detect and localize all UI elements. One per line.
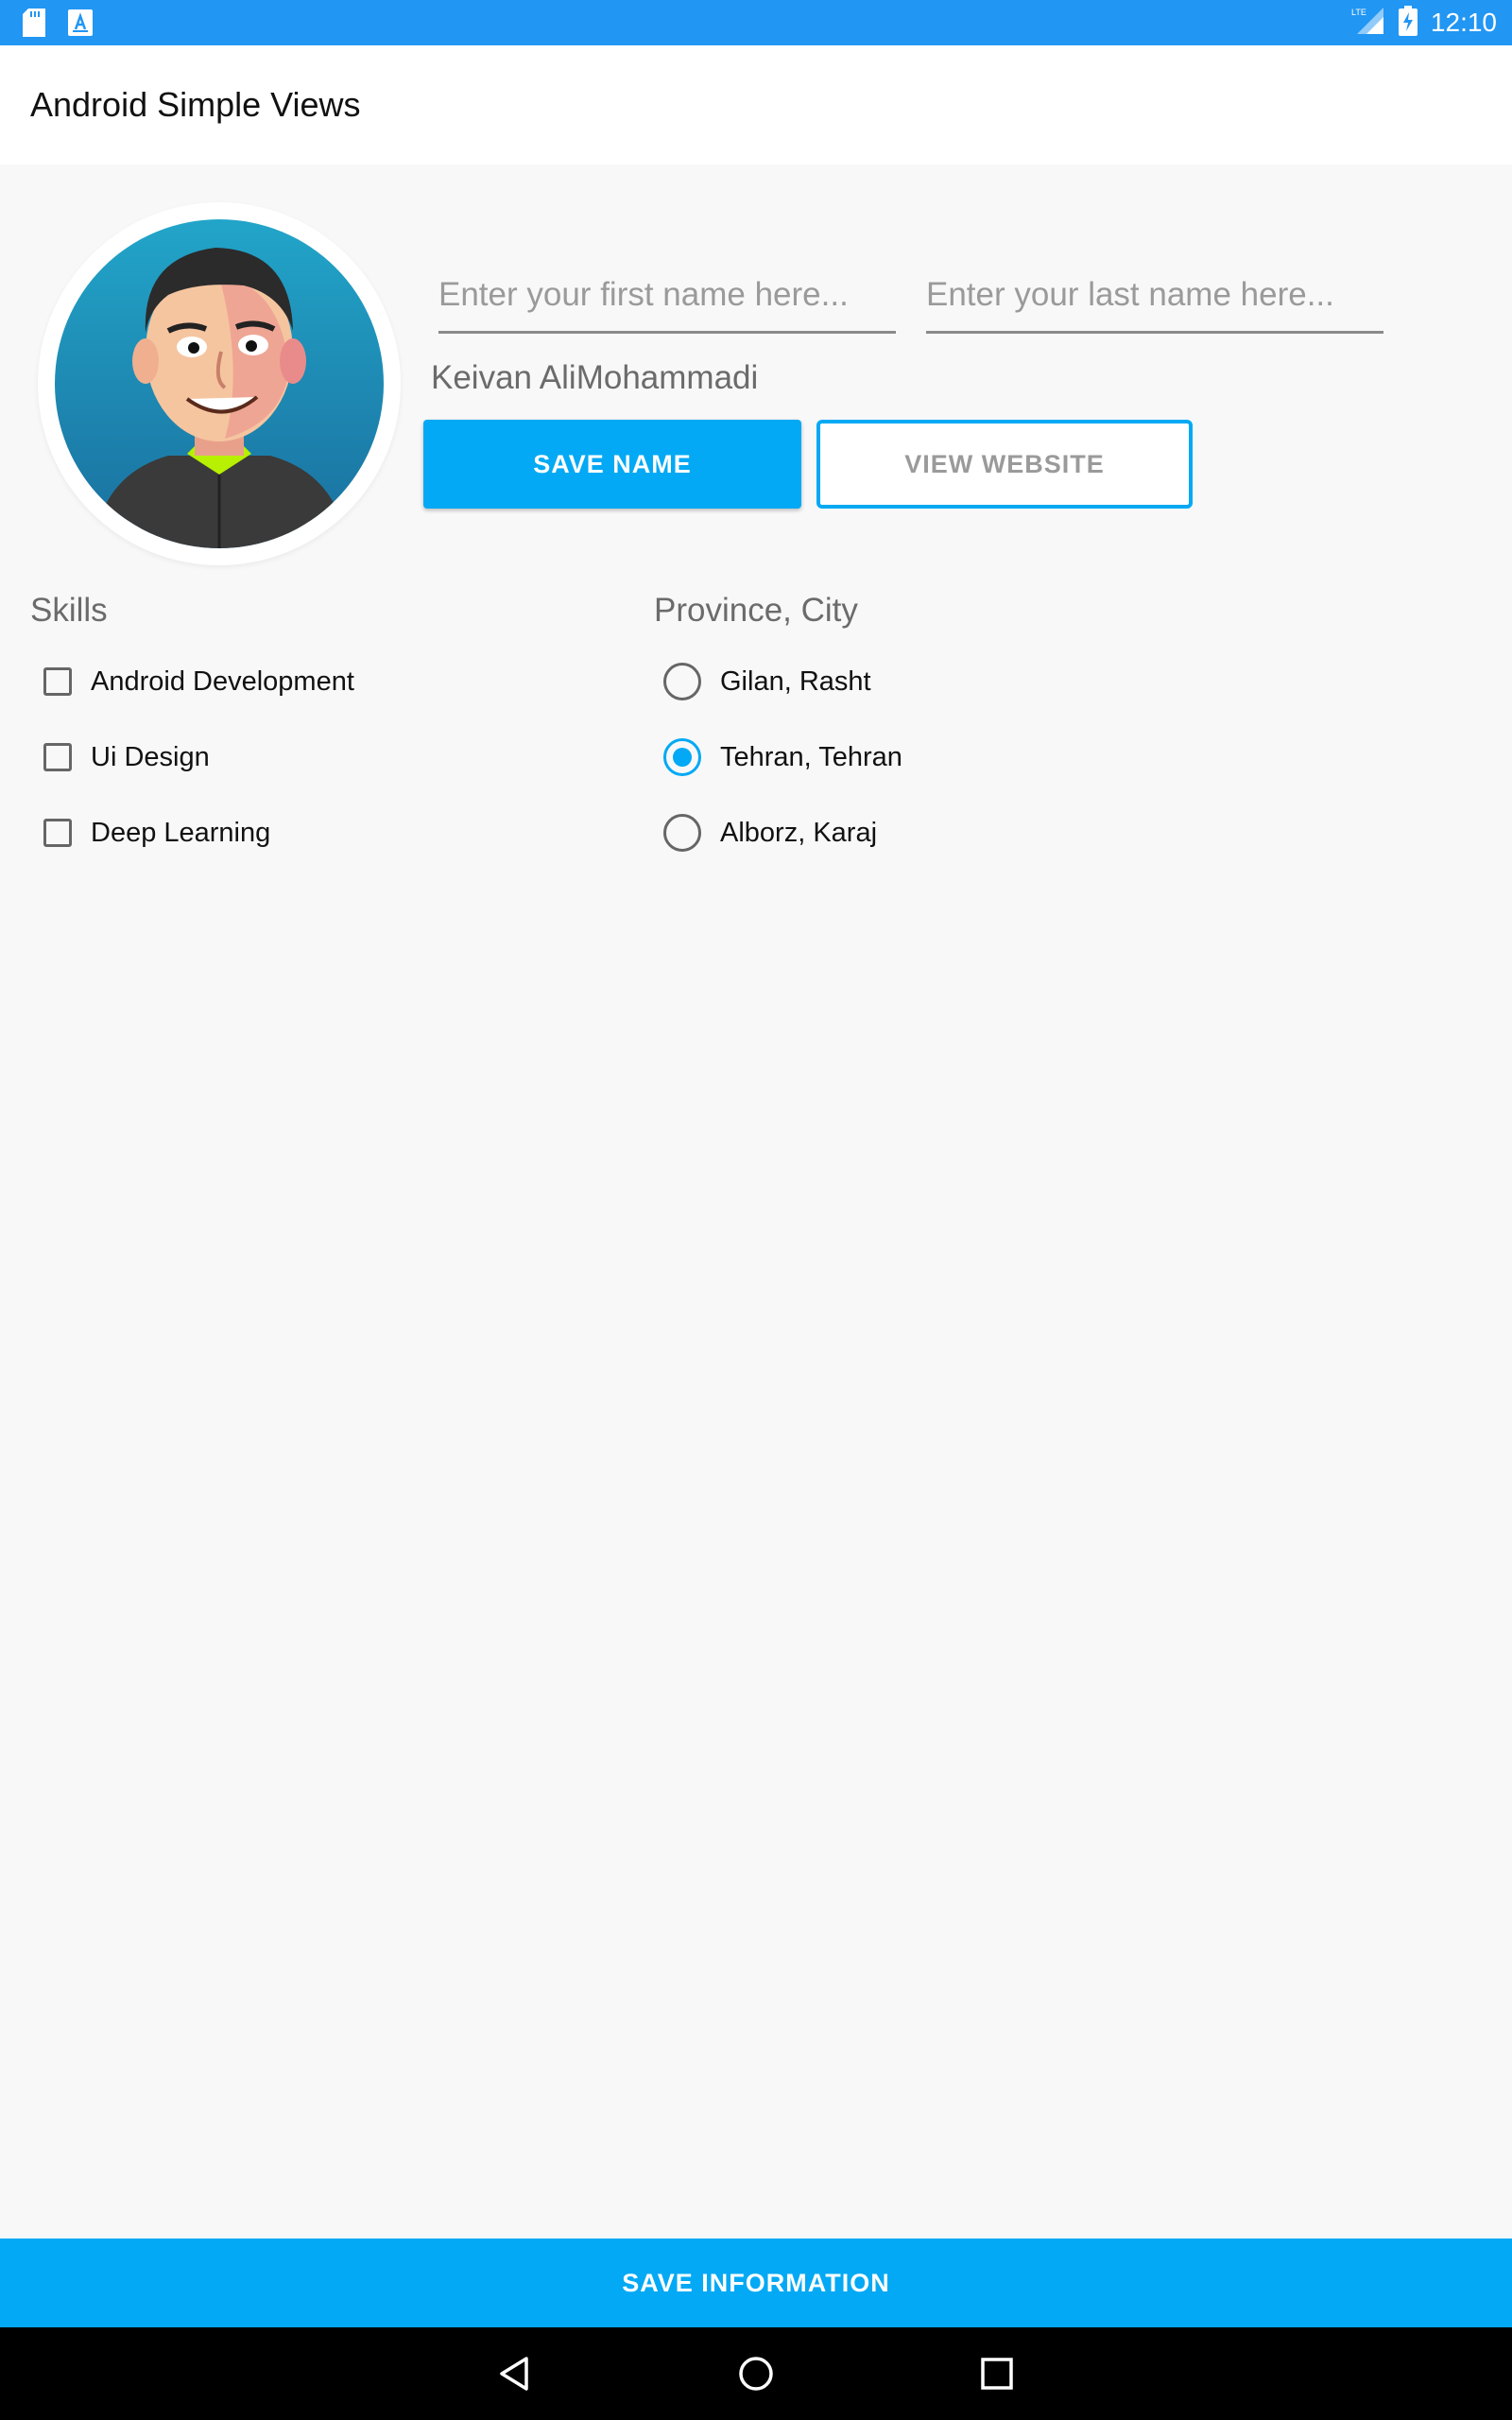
recents-icon[interactable] bbox=[971, 2348, 1022, 2399]
back-icon[interactable] bbox=[490, 2348, 541, 2399]
avatar-frame bbox=[38, 202, 401, 565]
skill-label: Ui Design bbox=[91, 741, 210, 772]
text-a-icon bbox=[68, 9, 93, 41]
checkbox-unchecked-icon[interactable] bbox=[43, 819, 72, 847]
svg-text:LTE: LTE bbox=[1351, 8, 1366, 17]
first-name-input[interactable] bbox=[438, 265, 896, 334]
sd-card-icon bbox=[23, 9, 45, 42]
radio-label: Gilan, Rasht bbox=[720, 666, 871, 697]
radio-option-alborz-karaj[interactable]: Alborz, Karaj bbox=[663, 809, 877, 856]
checkbox-unchecked-icon[interactable] bbox=[43, 667, 72, 696]
battery-charging-icon bbox=[1398, 5, 1418, 41]
home-icon[interactable] bbox=[730, 2348, 782, 2399]
radio-option-gilan-rasht[interactable]: Gilan, Rasht bbox=[663, 658, 871, 705]
clock: 12:10 bbox=[1430, 8, 1497, 37]
radio-label: Tehran, Tehran bbox=[720, 741, 902, 772]
skill-checkbox-deep-learning[interactable]: Deep Learning bbox=[43, 809, 270, 856]
save-information-button[interactable]: SAVE INFORMATION bbox=[0, 2238, 1512, 2327]
radio-option-tehran-tehran[interactable]: Tehran, Tehran bbox=[663, 734, 902, 781]
skill-checkbox-android-development[interactable]: Android Development bbox=[43, 658, 354, 705]
avatar bbox=[55, 219, 384, 548]
app-bar: Android Simple Views bbox=[0, 45, 1512, 164]
checkbox-unchecked-icon[interactable] bbox=[43, 743, 72, 771]
radio-checked-icon[interactable] bbox=[663, 738, 701, 776]
navigation-bar bbox=[0, 2327, 1512, 2420]
skills-title: Skills bbox=[30, 592, 108, 629]
province-title: Province, City bbox=[654, 592, 858, 629]
skill-label: Deep Learning bbox=[91, 817, 271, 848]
radio-unchecked-icon[interactable] bbox=[663, 814, 701, 852]
skill-checkbox-ui-design[interactable]: Ui Design bbox=[43, 734, 210, 781]
save-name-button[interactable]: SAVE NAME bbox=[423, 420, 801, 509]
full-name-text: Keivan AliMohammadi bbox=[431, 359, 759, 396]
last-name-input[interactable] bbox=[926, 265, 1383, 334]
view-website-button[interactable]: VIEW WEBSITE bbox=[816, 420, 1193, 509]
radio-unchecked-icon[interactable] bbox=[663, 663, 701, 700]
app-title: Android Simple Views bbox=[30, 85, 361, 124]
lte-signal-icon: LTE bbox=[1351, 6, 1385, 41]
status-bar: LTE 12:10 bbox=[0, 0, 1512, 45]
skill-label: Android Development bbox=[91, 666, 354, 697]
radio-label: Alborz, Karaj bbox=[720, 817, 878, 848]
